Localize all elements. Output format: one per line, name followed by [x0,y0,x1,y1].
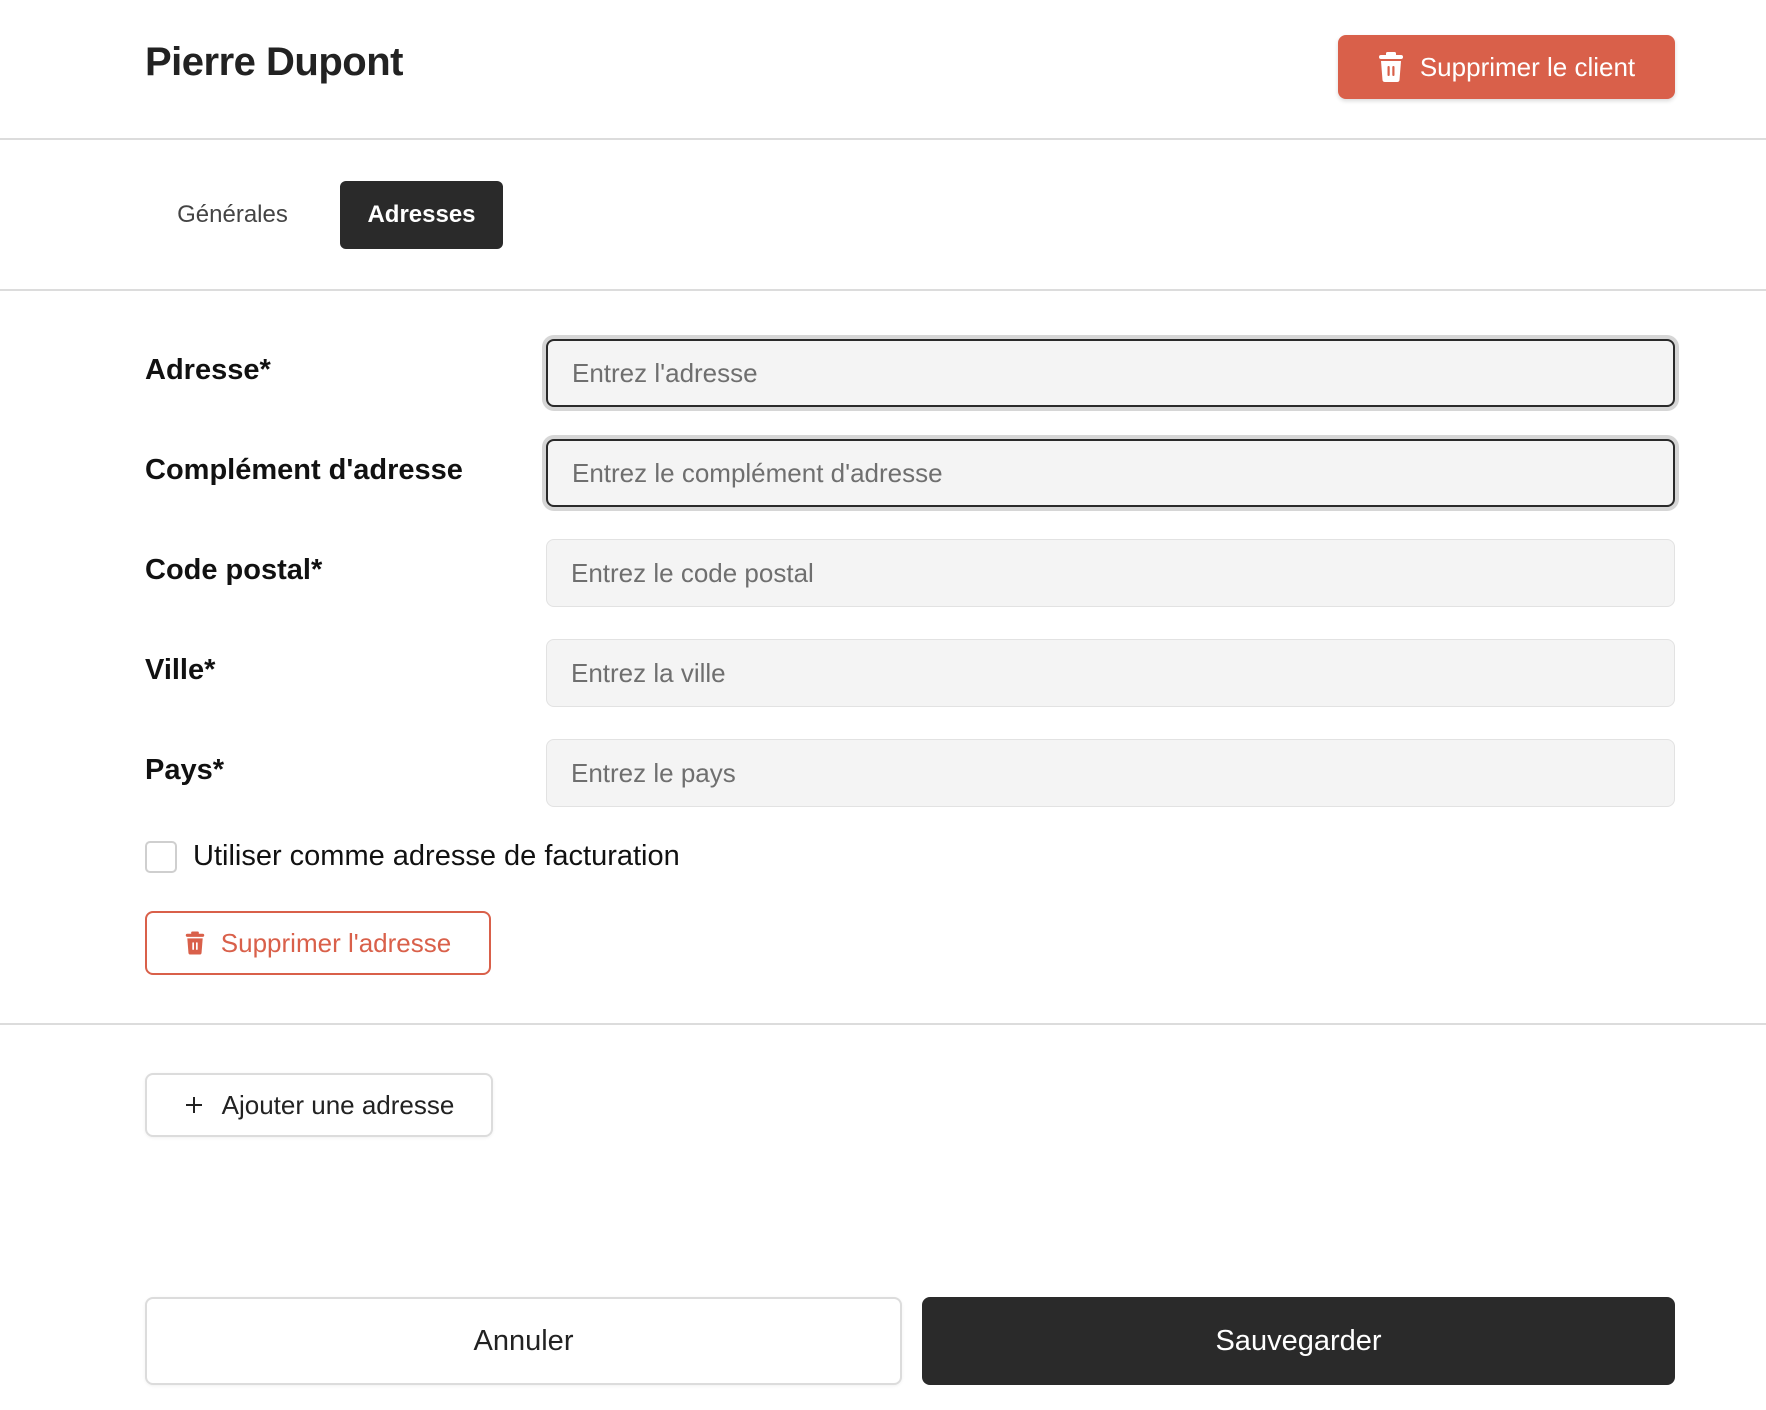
billing-checkbox-label: Utiliser comme adresse de facturation [193,840,680,872]
plus-icon [184,1095,204,1115]
code-postal-input[interactable] [546,539,1675,607]
delete-address-label: Supprimer l'adresse [220,927,452,958]
adresse-input[interactable] [546,339,1675,407]
tab-generales[interactable]: Générales [145,181,320,249]
billing-checkbox-row[interactable]: Utiliser comme adresse de facturation [145,840,680,873]
page: Pierre Dupont Supprimer le client Généra… [0,0,1766,1410]
section-divider [0,1023,1766,1025]
page-title: Pierre Dupont [145,40,403,84]
billing-checkbox[interactable] [145,840,177,873]
pays-label: Pays* [145,754,225,786]
pays-input[interactable] [546,739,1675,807]
tab-adresses[interactable]: Adresses [340,181,503,249]
trash-icon [1378,52,1404,82]
add-address-button[interactable]: Ajouter une adresse [145,1073,493,1137]
cancel-button[interactable]: Annuler [145,1297,902,1385]
complement-label: Complément d'adresse [145,454,463,486]
complement-input[interactable] [546,439,1675,507]
add-address-label: Ajouter une adresse [221,1089,455,1120]
trash-icon [185,931,205,955]
header: Pierre Dupont Supprimer le client [0,0,1766,140]
delete-client-button[interactable]: Supprimer le client [1338,35,1675,99]
delete-client-label: Supprimer le client [1419,51,1636,82]
ville-input[interactable] [546,639,1675,707]
code-postal-label: Code postal* [145,554,323,586]
tab-bar: Générales Adresses [0,141,1766,291]
adresse-label: Adresse* [145,354,271,386]
delete-address-button[interactable]: Supprimer l'adresse [145,911,491,975]
save-button[interactable]: Sauvegarder [922,1297,1675,1385]
ville-label: Ville* [145,654,216,686]
